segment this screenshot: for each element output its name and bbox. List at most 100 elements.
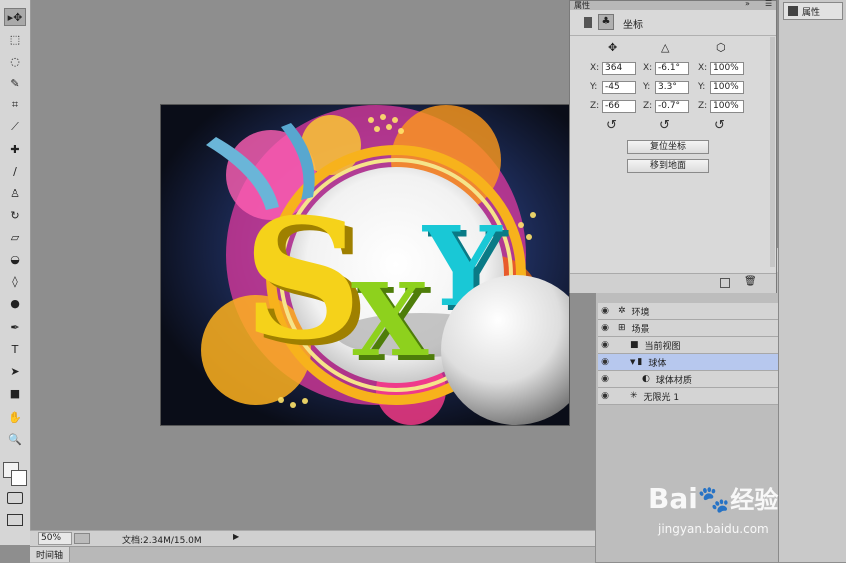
crop-icon[interactable]: ⌗: [4, 95, 26, 113]
scene-layer-label: 球体: [648, 358, 667, 369]
canvas-artwork: S S X X Y Y: [161, 105, 569, 425]
scene-layer-label: 环境: [631, 307, 650, 318]
scene-layer-label: 场景: [631, 324, 650, 335]
scene-layer-row[interactable]: ◉ ✳ 无限光 1: [598, 388, 785, 405]
scene-layer-row[interactable]: ◉ ▼ ▮ 球体: [598, 354, 785, 371]
baidu-watermark: Bai🐾经验 jingyan.baidu.com: [640, 480, 805, 550]
field-label: X:: [590, 63, 600, 73]
field-label: Z:: [643, 101, 653, 111]
position-z-field[interactable]: -66: [602, 100, 636, 113]
properties-footer: 🗑: [570, 273, 776, 293]
visibility-eye-icon[interactable]: ◉: [598, 340, 612, 350]
status-menu-arrow[interactable]: ▶: [233, 532, 239, 541]
scene-layer-label: 无限光 1: [643, 392, 680, 403]
letter-x-face: X: [351, 261, 429, 379]
delete-icon[interactable]: 🗑: [744, 276, 757, 287]
document-canvas[interactable]: S S X X Y Y: [160, 104, 570, 426]
properties-dock-label: 属性: [802, 7, 821, 18]
paw-icon: 🐾: [697, 485, 731, 515]
scene-layer-label: 球体材质: [655, 375, 692, 386]
reset-icon[interactable]: ↺: [659, 118, 670, 133]
visibility-eye-icon[interactable]: ◉: [598, 306, 612, 316]
field-label: Z:: [590, 101, 600, 111]
quick-mask-icon[interactable]: [7, 492, 23, 504]
rotation-y-field[interactable]: 3.3°: [655, 81, 689, 94]
field-label: Y:: [590, 82, 598, 92]
right-dock: 属性: [778, 0, 846, 562]
watermark-brand-suffix: 经验: [730, 486, 779, 514]
camera-icon: ■: [630, 340, 639, 350]
section-title: 坐标: [623, 20, 643, 31]
screen-mode-icon[interactable]: [7, 514, 23, 526]
background-color-swatch[interactable]: [11, 470, 27, 486]
stamp-icon[interactable]: ♙: [4, 184, 26, 202]
dodge-icon[interactable]: ●: [4, 294, 26, 312]
eraser-icon[interactable]: ▱: [4, 228, 26, 246]
status-bar: 50% 文档:2.34M/15.0M ▶: [30, 530, 595, 546]
move-to-ground-button[interactable]: 移到地面: [627, 159, 709, 173]
visibility-eye-icon[interactable]: ◉: [598, 391, 612, 401]
visibility-eye-icon[interactable]: ◉: [598, 374, 612, 384]
marquee-icon[interactable]: ⬚: [4, 30, 26, 48]
visibility-eye-icon[interactable]: ◉: [598, 357, 612, 367]
visibility-eye-icon[interactable]: ◉: [598, 323, 612, 333]
mesh-icon: ▮: [637, 357, 643, 367]
field-label: Y:: [643, 82, 651, 92]
move-icon[interactable]: ▸✥: [4, 8, 26, 26]
mesh-icon[interactable]: [584, 17, 592, 28]
scene-icon: ⊞: [618, 323, 626, 333]
collapse-icon[interactable]: »: [745, 0, 750, 8]
coordinates-icon[interactable]: ♣: [598, 14, 614, 30]
scale-y-field[interactable]: 100%: [710, 81, 744, 94]
field-label: Y:: [698, 82, 706, 92]
rotate-icon: △: [661, 41, 670, 54]
environment-icon: ✲: [618, 306, 626, 316]
scale-x-field[interactable]: 100%: [710, 62, 744, 75]
position-y-field[interactable]: -45: [602, 81, 636, 94]
quick-select-icon[interactable]: ✎: [4, 74, 26, 92]
healing-brush-icon[interactable]: ✚: [4, 140, 26, 158]
scene-layer-row[interactable]: ◉ ⊞ 场景: [598, 320, 785, 337]
reset-icon[interactable]: ↺: [606, 118, 617, 133]
material-icon: ◐: [642, 374, 650, 384]
eyedropper-icon[interactable]: ⟋: [4, 117, 26, 135]
path-select-icon[interactable]: ➤: [4, 362, 26, 380]
scene-layer-row[interactable]: ◉ ■ 当前视图: [598, 337, 785, 354]
share-icon[interactable]: [74, 533, 90, 544]
scale-z-field[interactable]: 100%: [710, 100, 744, 113]
zoom-level[interactable]: 50%: [38, 532, 72, 545]
expand-triangle-icon[interactable]: ▼: [630, 358, 635, 366]
properties-dock-button[interactable]: 属性: [783, 2, 843, 20]
rotation-x-field[interactable]: -6.1°: [655, 62, 689, 75]
scene-layer-row[interactable]: ◉ ◐ 球体材质: [598, 371, 785, 388]
panel-options-icon[interactable]: ☰: [765, 0, 772, 8]
letter-s-face: S: [243, 182, 362, 376]
render-icon[interactable]: [720, 278, 730, 288]
brush-icon[interactable]: ∕: [4, 162, 26, 180]
lasso-icon[interactable]: ◌: [4, 52, 26, 70]
field-label: X:: [698, 63, 708, 73]
scale-icon: ⬡: [716, 41, 726, 54]
hand-icon[interactable]: ✋: [4, 408, 26, 426]
light-icon: ✳: [630, 391, 638, 401]
field-label: X:: [643, 63, 653, 73]
scene-layer-row[interactable]: ◉ ✲ 环境: [598, 303, 785, 320]
reset-coordinates-button[interactable]: 复位坐标: [627, 140, 709, 154]
blur-icon[interactable]: ◊: [4, 272, 26, 290]
rectangle-icon[interactable]: ■: [4, 384, 26, 402]
zoom-icon[interactable]: 🔍: [4, 430, 26, 448]
tab-timeline[interactable]: 时间轴: [30, 547, 71, 562]
tools-panel: ▸✥ ⬚ ◌ ✎ ⌗ ⟋ ✚ ∕ ♙ ↻ ▱ ◒ ◊ ● ✒ T ➤ ■ ✋ 🔍: [0, 0, 31, 545]
watermark-brand: Bai: [648, 482, 698, 515]
bucket-icon[interactable]: ◒: [4, 250, 26, 268]
rotation-z-field[interactable]: -0.7°: [655, 100, 689, 113]
history-brush-icon[interactable]: ↻: [4, 206, 26, 224]
field-label: Z:: [698, 101, 708, 111]
scene-layer-label: 当前视图: [644, 341, 681, 352]
properties-scrollbar[interactable]: [770, 37, 775, 267]
type-icon[interactable]: T: [4, 340, 26, 358]
position-x-field[interactable]: 364: [602, 62, 636, 75]
watermark-url: jingyan.baidu.com: [658, 522, 769, 536]
pen-icon[interactable]: ✒: [4, 318, 26, 336]
reset-icon[interactable]: ↺: [714, 118, 725, 133]
